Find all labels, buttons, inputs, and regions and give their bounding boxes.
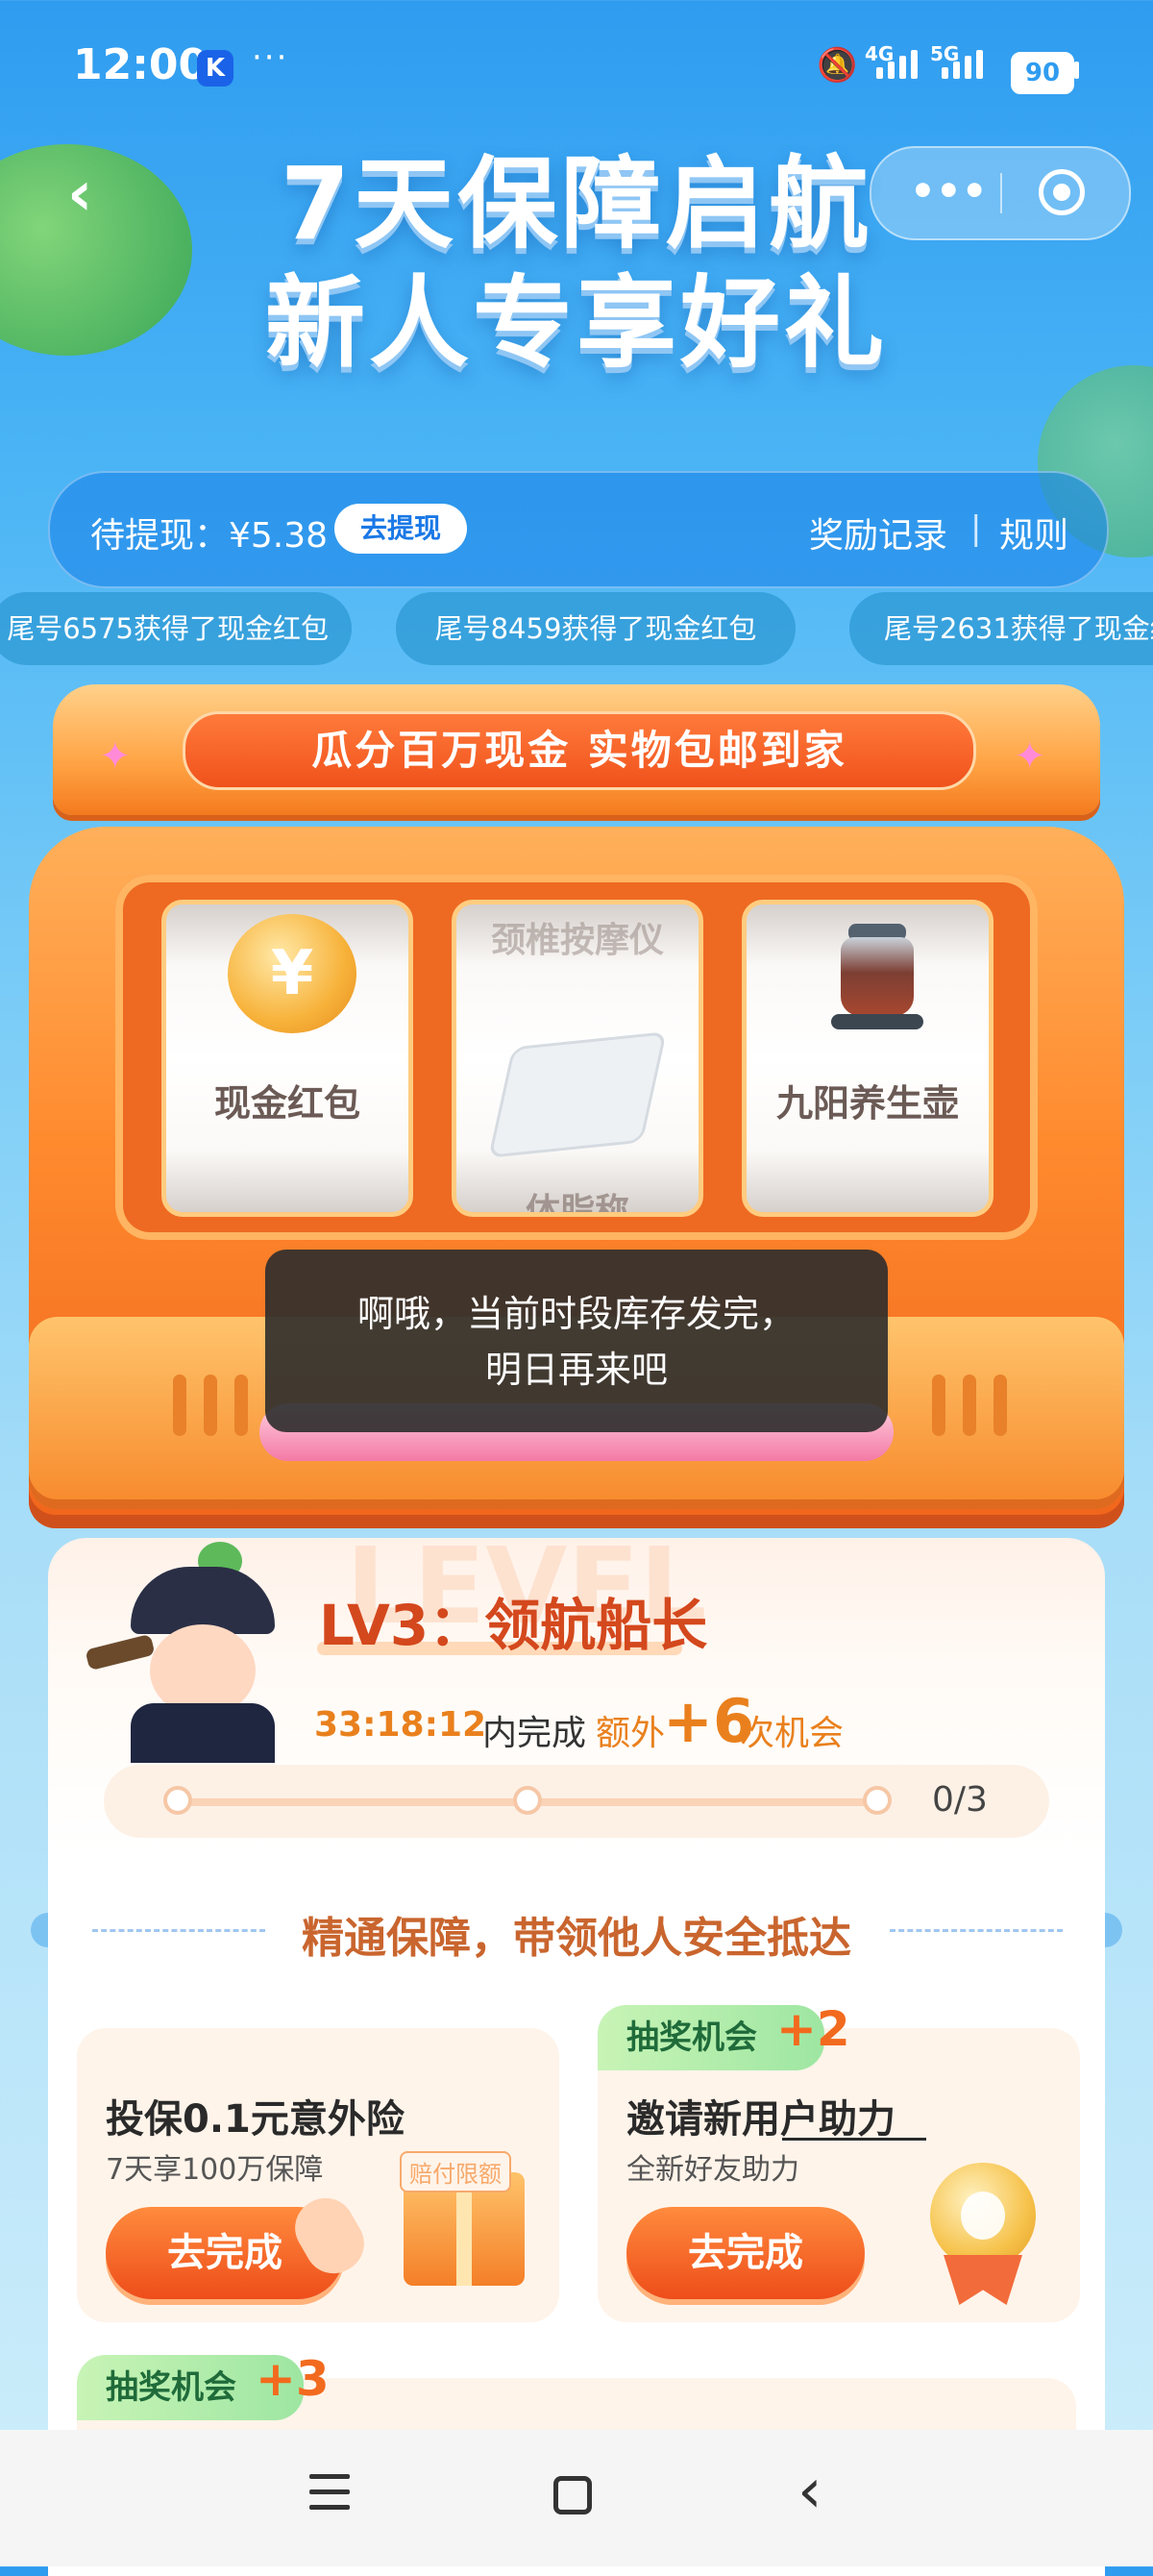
reel-frame: ¥ 现金红包 颈椎按摩仪 体脂称 九阳养生壶 <box>115 875 1038 1240</box>
close-miniprogram-icon[interactable] <box>1039 169 1085 215</box>
task-card-invite: 抽奖机会 +2 邀请新用户助力 全新好友助力 去完成 <box>598 2001 1080 2322</box>
extra-label: 额外 <box>596 1714 666 1753</box>
progress-bar: 0/3 <box>104 1765 1049 1838</box>
body-fat-scale-image <box>488 1031 667 1158</box>
more-notifications-icon: ··· <box>252 38 289 77</box>
pending-cash-label: 待提现：¥5.38 <box>90 516 329 556</box>
reel-faded-label: 体脂称 <box>525 1192 629 1217</box>
capsule-divider <box>1000 173 1002 213</box>
hero-title: 7天保障启航 新人专享好礼 <box>264 145 888 382</box>
progress-node <box>163 1786 192 1815</box>
task-subtitle: 7天享100万保障 <box>106 2153 324 2187</box>
slot-banner: 瓜分百万现金 实物包邮到家 <box>183 711 976 790</box>
reel-label: 九阳养生壶 <box>775 1082 959 1125</box>
slot-machine-top: ✦ 瓜分百万现金 实物包邮到家 ✦ <box>53 684 1100 815</box>
medal-ribbon <box>944 2255 1022 2305</box>
complete-task-button[interactable]: 去完成 <box>626 2207 865 2299</box>
recent-apps-button[interactable] <box>309 2474 350 2520</box>
task-title: 邀请新用户助力 <box>626 2097 895 2142</box>
back-button[interactable]: ‹ <box>67 163 92 225</box>
reel-faded-label: 颈椎按摩仪 <box>490 921 664 960</box>
ticker-item: 尾号2631获得了现金红包 <box>849 592 1153 665</box>
reel-kettle: 九阳养生壶 <box>742 900 994 1217</box>
status-time: 12:00 <box>73 40 209 89</box>
rules-link[interactable]: 规则 <box>999 508 1068 557</box>
level-title: LV3：领航船长 <box>319 1593 708 1658</box>
progress-node <box>513 1786 542 1815</box>
countdown-timer: 33:18:12 <box>314 1705 487 1745</box>
level-card: LEVEL LV3：领航船长 33:18:12 内完成 额外 +6 次机会 0/… <box>48 1524 1105 2576</box>
progress-node <box>863 1786 892 1815</box>
heading-dash-right <box>890 1929 1063 1932</box>
reel-products: 颈椎按摩仪 体脂称 <box>452 900 703 1217</box>
reel-cash: ¥ 现金红包 <box>161 900 413 1217</box>
sparkle-icon: ✦ <box>99 734 132 779</box>
medal-icon <box>930 2163 1036 2268</box>
cash-bar: 待提现：¥5.38 去提现 奖励记录 | 规则 <box>48 471 1109 588</box>
title-underline <box>782 2138 926 2141</box>
chances-label: 次机会 <box>740 1714 845 1753</box>
kettle-image <box>831 910 923 1029</box>
progress-count: 0/3 <box>932 1780 988 1820</box>
reel-label: 现金红包 <box>213 1082 360 1125</box>
task-card-insurance: 投保0.1元意外险 7天享100万保障 赔付限额 去完成 <box>77 2028 559 2322</box>
sparkle-icon: ✦ <box>1014 734 1046 779</box>
home-button[interactable] <box>553 2476 592 2514</box>
withdraw-button[interactable]: 去提现 <box>334 504 467 554</box>
captain-avatar <box>85 1542 327 1763</box>
ticker-item: 尾号8459获得了现金红包 <box>396 592 796 665</box>
ticker-item: 尾号6575获得了现金红包 <box>0 592 352 665</box>
signal-bars-icon <box>876 50 918 79</box>
complete-within-label: 内完成 <box>482 1714 587 1753</box>
task-subtitle: 全新好友助力 <box>626 2153 799 2187</box>
system-nav-bar: ‹ <box>0 2430 1153 2566</box>
mute-icon: 🔕 <box>817 46 858 85</box>
badge-plus-value: +3 <box>256 2351 330 2407</box>
status-bar: 12:00 K ··· 🔕 4G 5G 90 <box>0 0 1153 135</box>
section-heading: 精通保障，带领他人安全抵达 <box>302 1914 851 1963</box>
palm-leaf-decoration <box>0 144 192 356</box>
task-title: 投保0.1元意外险 <box>106 2097 405 2142</box>
link-separator: | <box>970 509 982 548</box>
app-notification-icon: K <box>197 50 233 87</box>
signal-bars-icon-2 <box>942 50 983 79</box>
battery-icon: 90 <box>1011 52 1074 94</box>
system-back-button[interactable]: ‹ <box>797 2461 822 2522</box>
grill-decoration <box>932 1375 1007 1436</box>
coin-icon: ¥ <box>228 914 356 1033</box>
grill-decoration <box>173 1375 248 1436</box>
claim-limit-tag: 赔付限额 <box>400 2151 511 2192</box>
battery-tip <box>1074 62 1079 79</box>
rewards-record-link[interactable]: 奖励记录 <box>809 508 947 557</box>
toast-message: 啊哦，当前时段库存发完， 明日再来吧 <box>265 1250 888 1432</box>
badge-plus-value: +2 <box>776 2001 850 2057</box>
